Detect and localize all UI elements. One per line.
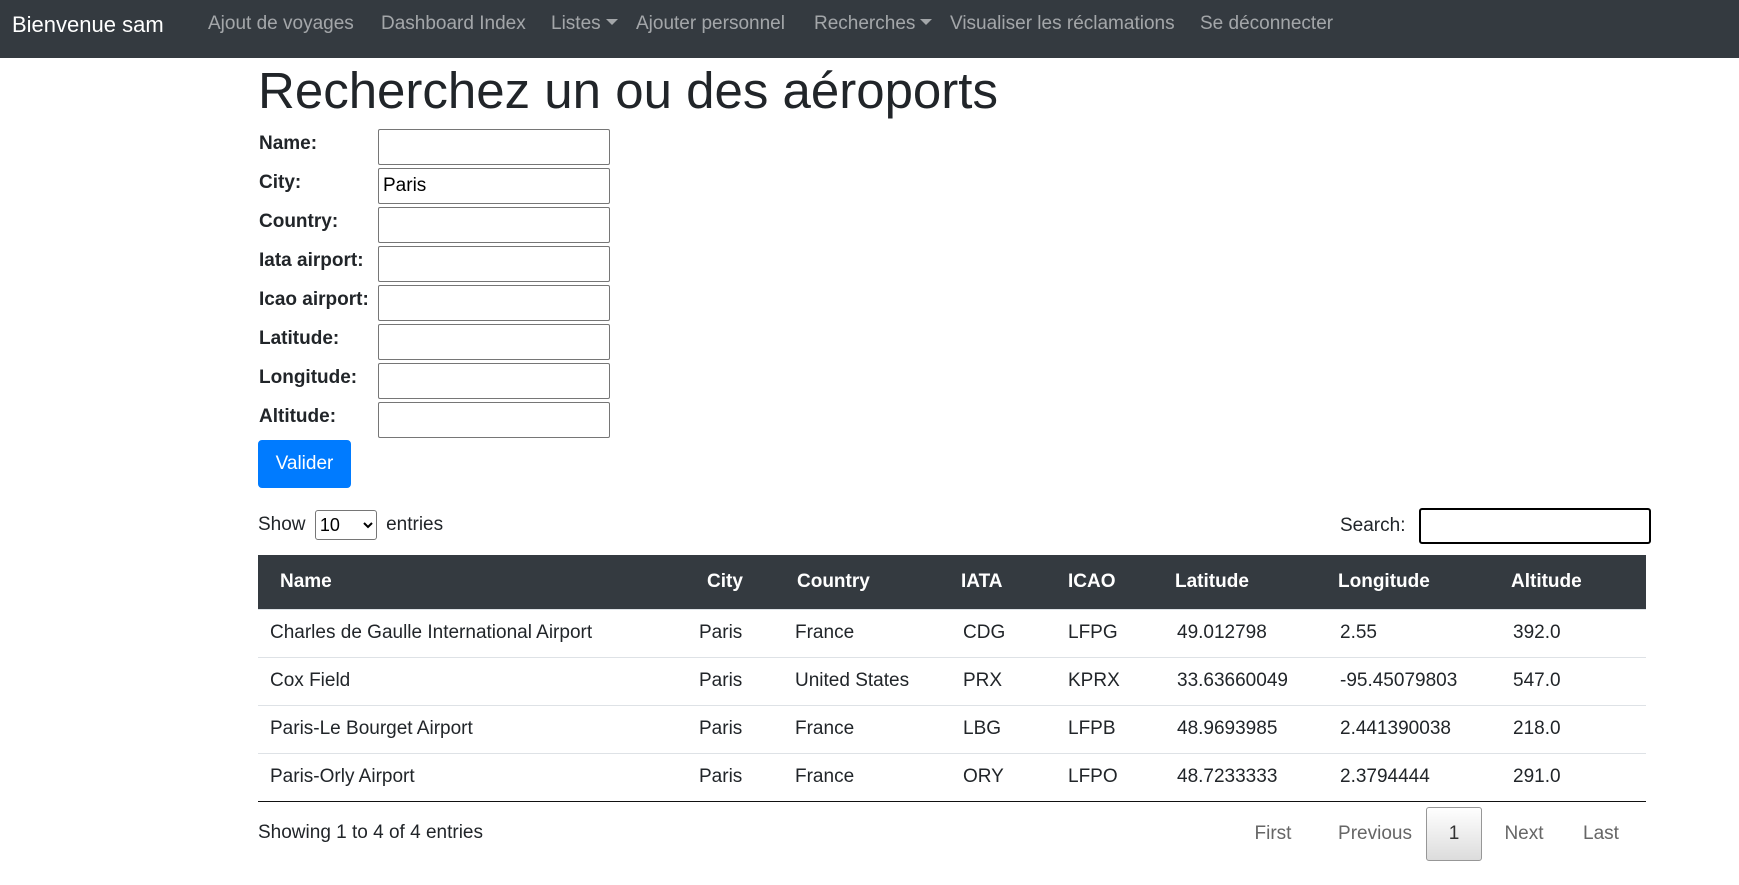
cell-latitude: 33.63660049 (1165, 656, 1328, 705)
column-header-longitude[interactable]: Longitude (1328, 555, 1501, 609)
cell-iata: ORY (951, 752, 1056, 802)
table-header-row: Name City Country IATA ICAO Latitude Lon… (258, 555, 1646, 609)
cell-altitude: 547.0 (1501, 656, 1646, 705)
cell-city: Paris (687, 608, 783, 657)
cell-icao: LFPB (1056, 704, 1165, 753)
cell-name: Cox Field (258, 656, 687, 705)
column-header-altitude[interactable]: Altitude (1501, 555, 1646, 609)
table-row: Paris-Le Bourget Airport Paris France LB… (258, 704, 1646, 753)
cell-longitude: -95.45079803 (1328, 656, 1501, 705)
airports-table: Name City Country IATA ICAO Latitude Lon… (258, 555, 1646, 802)
page-length-control: Show 10 entries (258, 510, 443, 540)
top-navbar: Bienvenue sam Ajout de voyages Dashboard… (0, 0, 1739, 58)
nav-recherches-label: Recherches (814, 13, 916, 34)
show-label: Show (258, 514, 306, 535)
cell-country: United States (783, 656, 951, 705)
table-info: Showing 1 to 4 of 4 entries (258, 822, 483, 843)
pagination-last[interactable]: Last (1576, 807, 1626, 861)
name-label: Name: (259, 133, 318, 154)
nav-listes-label: Listes (551, 13, 601, 34)
cell-longitude: 2.441390038 (1328, 704, 1501, 753)
altitude-label: Altitude: (259, 406, 337, 427)
column-header-iata[interactable]: IATA (951, 555, 1056, 609)
pagination-first[interactable]: First (1244, 807, 1302, 861)
table-row: Charles de Gaulle International Airport … (258, 608, 1646, 657)
page-title: Recherchez un ou des aéroports (258, 62, 998, 119)
cell-city: Paris (687, 656, 783, 705)
cell-latitude: 48.9693985 (1165, 704, 1328, 753)
cell-country: France (783, 704, 951, 753)
cell-icao: LFPO (1056, 752, 1165, 802)
valider-button[interactable]: Valider (258, 440, 351, 488)
cell-altitude: 291.0 (1501, 752, 1646, 802)
cell-country: France (783, 752, 951, 802)
nav-listes-dropdown[interactable]: Listes (551, 12, 618, 36)
table-search-input[interactable] (1418, 508, 1651, 544)
altitude-field[interactable] (378, 402, 610, 438)
country-field[interactable] (378, 207, 610, 243)
cell-city: Paris (687, 704, 783, 753)
navbar-brand[interactable]: Bienvenue sam (12, 10, 164, 40)
column-header-country[interactable]: Country (783, 555, 951, 609)
column-header-city[interactable]: City (687, 555, 783, 609)
icao-label: Icao airport: (259, 289, 369, 310)
latitude-label: Latitude: (259, 328, 340, 349)
cell-name: Paris-Le Bourget Airport (258, 704, 687, 753)
nav-dashboard-index[interactable]: Dashboard Index (381, 12, 526, 36)
search-label: Search: (1340, 515, 1406, 536)
name-field[interactable] (378, 129, 610, 165)
cell-country: France (783, 608, 951, 657)
column-header-icao[interactable]: ICAO (1056, 555, 1165, 609)
cell-latitude: 49.012798 (1165, 608, 1328, 657)
latitude-field[interactable] (378, 324, 610, 360)
cell-iata: CDG (951, 608, 1056, 657)
table-search-control: Search: (1340, 508, 1651, 544)
cell-name: Charles de Gaulle International Airport (258, 608, 687, 657)
cell-name: Paris-Orly Airport (258, 752, 687, 802)
longitude-field[interactable] (378, 363, 610, 399)
cell-altitude: 392.0 (1501, 608, 1646, 657)
pagination-next[interactable]: Next (1494, 807, 1554, 861)
longitude-label: Longitude: (259, 367, 358, 388)
chevron-down-icon (605, 19, 618, 25)
table-row: Cox Field Paris United States PRX KPRX 3… (258, 656, 1646, 705)
cell-city: Paris (687, 752, 783, 802)
nav-recherches-dropdown[interactable]: Recherches (814, 12, 933, 36)
nav-se-deconnecter[interactable]: Se déconnecter (1200, 12, 1333, 36)
cell-iata: LBG (951, 704, 1056, 753)
pagination-previous[interactable]: Previous (1328, 807, 1422, 861)
cell-longitude: 2.55 (1328, 608, 1501, 657)
pagination-page-1[interactable]: 1 (1426, 807, 1482, 861)
nav-visualiser-reclamations[interactable]: Visualiser les réclamations (950, 12, 1175, 36)
iata-field[interactable] (378, 246, 610, 282)
nav-ajout-voyages[interactable]: Ajout de voyages (208, 12, 354, 36)
city-label: City: (259, 172, 302, 193)
cell-iata: PRX (951, 656, 1056, 705)
cell-icao: KPRX (1056, 656, 1165, 705)
icao-field[interactable] (378, 285, 610, 321)
city-field[interactable] (378, 168, 610, 204)
page-length-select[interactable]: 10 (314, 510, 377, 540)
cell-altitude: 218.0 (1501, 704, 1646, 753)
nav-ajouter-personnel[interactable]: Ajouter personnel (636, 12, 785, 36)
country-label: Country: (259, 211, 339, 232)
column-header-name[interactable]: Name (258, 555, 687, 609)
entries-label: entries (386, 514, 444, 535)
cell-icao: LFPG (1056, 608, 1165, 657)
table-row: Paris-Orly Airport Paris France ORY LFPO… (258, 752, 1646, 802)
chevron-down-icon (920, 19, 933, 25)
cell-latitude: 48.7233333 (1165, 752, 1328, 802)
cell-longitude: 2.3794444 (1328, 752, 1501, 802)
iata-label: Iata airport: (259, 250, 364, 271)
column-header-latitude[interactable]: Latitude (1165, 555, 1328, 609)
